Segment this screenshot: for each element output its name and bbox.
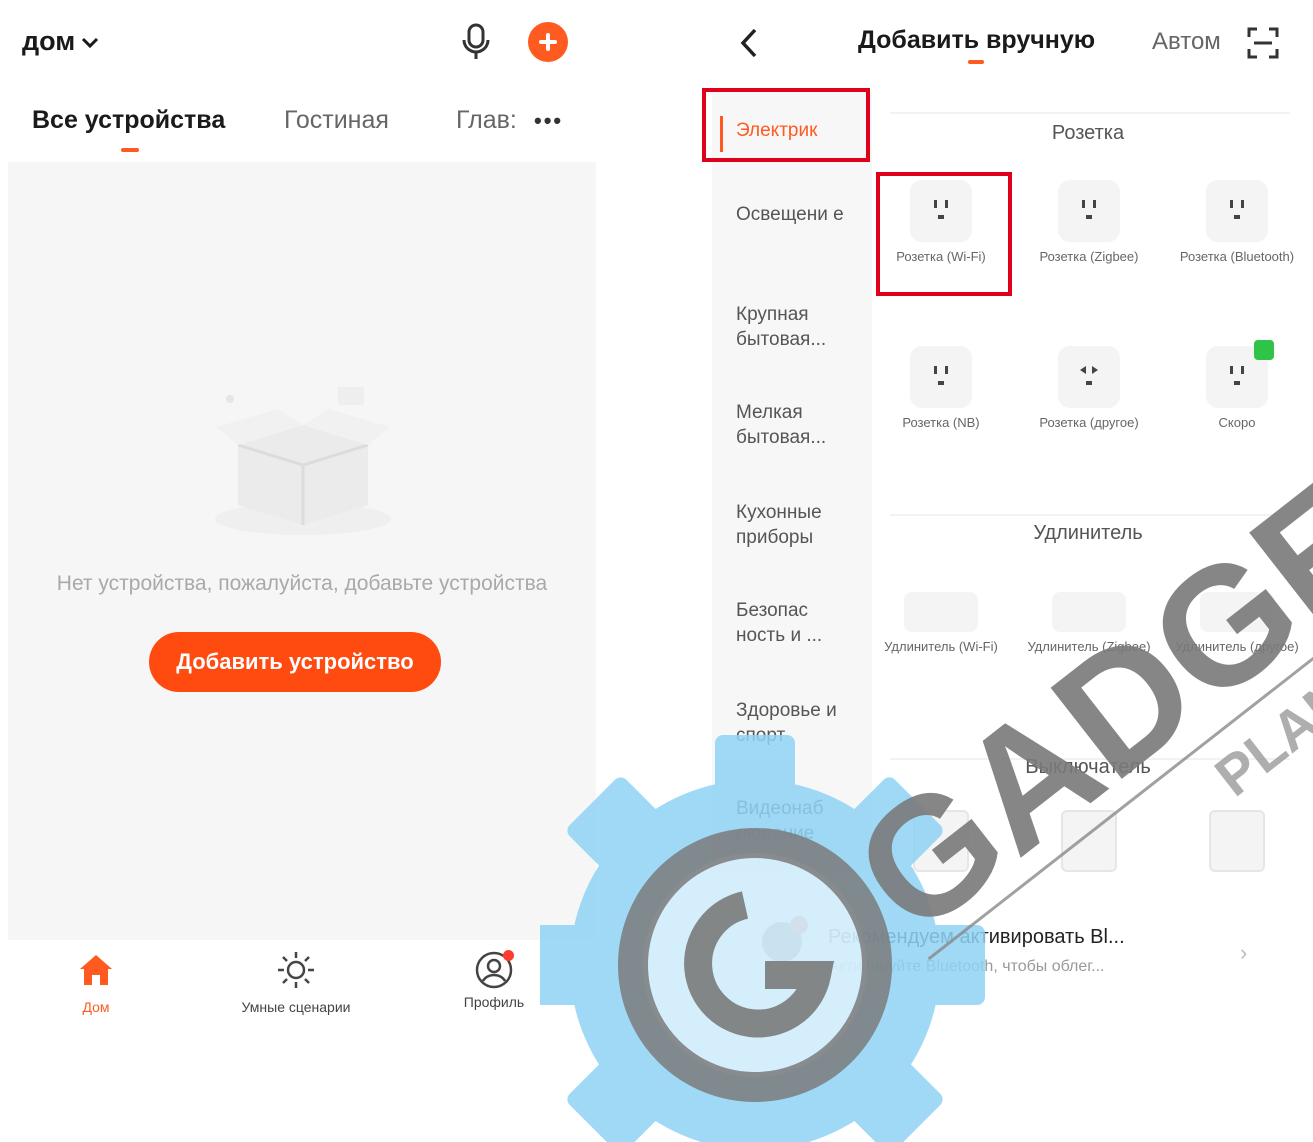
device-switch-3[interactable] <box>1172 810 1302 872</box>
category-large-appliances[interactable]: Крупная бытовая... <box>736 302 860 352</box>
tab-living-room[interactable]: Гостиная <box>284 106 389 135</box>
home-screen: дом Все устройства Гостиная Глав: ••• Не… <box>0 0 600 1142</box>
device-name: Удлинитель (другое) <box>1175 639 1299 654</box>
section-divider <box>890 514 1290 516</box>
sun-icon <box>278 952 314 988</box>
device-switch-2[interactable] <box>1024 810 1154 872</box>
nav-home[interactable]: Дом <box>0 950 196 1015</box>
category-video-surveillance[interactable]: Видеонаб людение <box>736 796 860 846</box>
device-socket-bluetooth[interactable]: Розетка (Bluetooth) <box>1172 180 1302 266</box>
chevron-down-icon <box>82 37 99 48</box>
device-name: Розетка (Zigbee) <box>1039 249 1139 264</box>
section-title-socket: Розетка <box>1051 122 1125 144</box>
device-name: Розетка (другое) <box>1039 415 1139 430</box>
wall-switch-icon <box>1209 810 1265 872</box>
wall-switch-icon <box>913 810 969 872</box>
bottom-navigation: Дом Умные сценарии Профиль <box>0 940 600 1040</box>
add-device-screen: Добавить вручную Автом Электрик Освещени… <box>700 0 1313 1142</box>
notice-subtitle: Активируйте Bluetooth, чтобы облег... <box>828 958 1105 975</box>
section-divider <box>890 112 1290 114</box>
tab-manual-add[interactable]: Добавить вручную <box>858 26 1095 55</box>
device-name: Розетка (NB) <box>902 415 980 430</box>
scan-icon[interactable] <box>1246 26 1280 60</box>
device-extension-other[interactable]: Удлинитель (другое) <box>1172 586 1302 656</box>
device-extension-wifi[interactable]: Удлинитель (Wi-Fi) <box>876 586 1006 656</box>
power-strip-icon <box>1200 592 1274 632</box>
category-sidebar: Электрик Освещени е Крупная бытовая... М… <box>712 92 872 872</box>
nav-smart-scenes[interactable]: Умные сценарии <box>196 950 396 1015</box>
highlight-box-device <box>876 172 1012 296</box>
bluetooth-notice[interactable]: Рекомендуем активировать Bl... Активируй… <box>700 892 1313 988</box>
category-kitchen[interactable]: Кухонные приборы <box>736 500 860 550</box>
power-strip-icon <box>1052 592 1126 632</box>
home-title: дом <box>22 26 76 56</box>
category-security[interactable]: Безопас ность и ... <box>736 598 860 648</box>
socket-icon <box>1058 346 1120 408</box>
microphone-icon[interactable] <box>458 22 494 62</box>
nav-profile[interactable]: Профиль <box>394 950 594 1010</box>
device-extension-zigbee[interactable]: Удлинитель (Zigbee) <box>1024 586 1154 656</box>
socket-icon <box>1058 180 1120 242</box>
notification-dot <box>503 950 514 961</box>
device-socket-zigbee[interactable]: Розетка (Zigbee) <box>1024 180 1154 266</box>
tab-all-devices[interactable]: Все устройства <box>32 106 225 135</box>
device-coming-soon[interactable]: Скоро <box>1172 340 1302 432</box>
wall-switch-icon <box>1061 810 1117 872</box>
add-device-button[interactable]: Добавить устройство <box>149 632 441 692</box>
device-switch-1[interactable] <box>876 810 1006 872</box>
socket-icon <box>910 346 972 408</box>
empty-message: Нет устройства, пожалуйста, добавьте уст… <box>56 572 548 595</box>
add-plus-icon[interactable] <box>528 22 568 62</box>
more-icon[interactable]: ••• <box>534 108 563 134</box>
device-name: Удлинитель (Zigbee) <box>1027 639 1151 654</box>
nav-home-label: Дом <box>82 999 110 1015</box>
new-badge-icon <box>1254 340 1274 360</box>
empty-box-illustration <box>215 387 391 535</box>
chevron-right-icon[interactable]: › <box>1240 940 1247 966</box>
nav-smart-scenes-label: Умные сценарии <box>241 999 351 1015</box>
socket-icon <box>1206 180 1268 242</box>
home-selector[interactable]: дом <box>22 26 99 57</box>
notice-title: Рекомендуем активировать Bl... <box>828 926 1125 948</box>
alert-badge-icon <box>790 916 808 934</box>
socket-icon <box>1206 340 1274 408</box>
highlight-box-category <box>702 88 870 162</box>
tab-main[interactable]: Глав: <box>456 106 517 135</box>
profile-icon <box>474 950 514 990</box>
home-icon <box>80 955 112 985</box>
category-small-appliances[interactable]: Мелкая бытовая... <box>736 400 860 450</box>
room-tabs: Все устройства Гостиная Глав: ••• <box>0 100 600 160</box>
power-strip-icon <box>904 592 978 632</box>
active-tab-indicator <box>968 60 984 64</box>
device-name: Скоро <box>1218 415 1256 430</box>
nav-profile-label: Профиль <box>463 994 525 1010</box>
device-socket-other[interactable]: Розетка (другое) <box>1024 346 1154 432</box>
category-lighting[interactable]: Освещени е <box>736 202 860 227</box>
back-arrow-icon[interactable] <box>736 26 764 60</box>
section-title-switch: Выключатель <box>1025 756 1151 778</box>
category-health-sport[interactable]: Здоровье и спорт <box>736 698 860 748</box>
device-socket-nb[interactable]: Розетка (NB) <box>876 346 1006 432</box>
device-name: Удлинитель (Wi-Fi) <box>884 639 998 654</box>
tab-auto-scan[interactable]: Автом <box>1152 28 1221 56</box>
device-name: Розетка (Bluetooth) <box>1179 249 1295 264</box>
empty-state: Нет устройства, пожалуйста, добавьте уст… <box>8 162 596 940</box>
section-title-extension: Удлинитель <box>1033 522 1143 544</box>
active-tab-indicator <box>121 148 139 152</box>
